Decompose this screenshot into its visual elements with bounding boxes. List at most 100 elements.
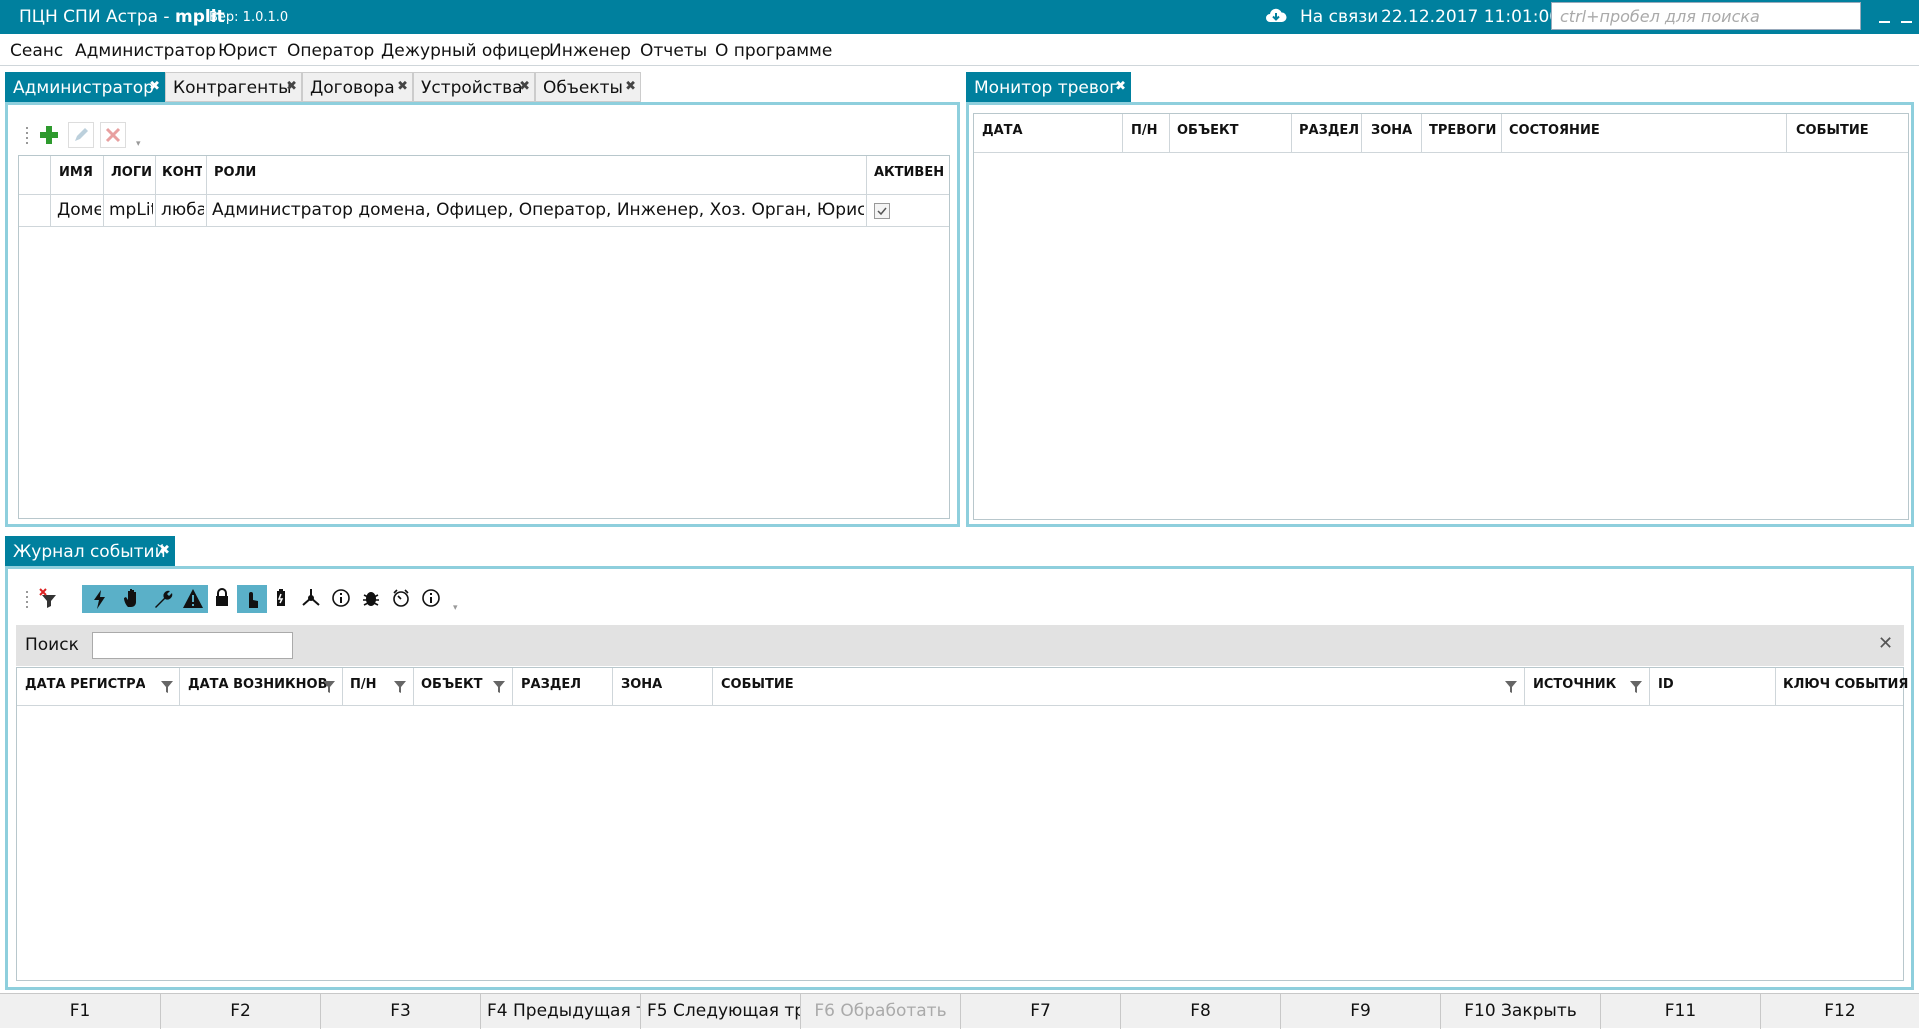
f3-button[interactable]: F3 bbox=[321, 994, 481, 1029]
col-event[interactable]: СОБЫТИЕ bbox=[721, 677, 794, 692]
function-key-bar: F1 F2 F3 F4 Предыдущая тр F5 Следующая т… bbox=[0, 993, 1919, 1029]
close-icon[interactable]: ✖ bbox=[625, 79, 636, 94]
col-pn[interactable]: П/Н bbox=[1131, 123, 1158, 138]
col-zone[interactable]: ЗОНА bbox=[1371, 123, 1412, 138]
toolbar-overflow-icon[interactable]: ▾ bbox=[453, 603, 458, 613]
cloud-icon bbox=[1265, 7, 1287, 25]
filter-icon[interactable] bbox=[493, 681, 505, 693]
col-event-key[interactable]: КЛЮЧ СОБЫТИЯ bbox=[1783, 677, 1908, 692]
col-pn[interactable]: П/Н bbox=[350, 677, 377, 692]
warning-icon[interactable] bbox=[178, 585, 208, 613]
menu-about[interactable]: О программе bbox=[715, 41, 832, 61]
col-state[interactable]: СОСТОЯНИЕ bbox=[1509, 123, 1600, 138]
menu-lawyer[interactable]: Юрист bbox=[218, 41, 277, 61]
cell-roles: Администратор домена, Офицер, Оператор, … bbox=[212, 200, 864, 220]
tab-devices[interactable]: Устройства ✖ bbox=[413, 72, 535, 102]
hand-icon[interactable] bbox=[118, 585, 148, 613]
col-source[interactable]: ИСТОЧНИК bbox=[1533, 677, 1616, 692]
admin-users-table: ИМЯ ЛОГИ КОНТ РОЛИ АКТИВЕН Доме mpLit лю… bbox=[18, 155, 950, 519]
close-icon[interactable]: ✖ bbox=[286, 79, 297, 94]
touch-icon[interactable] bbox=[237, 585, 267, 613]
connection-status: На связи bbox=[1300, 7, 1379, 27]
col-name[interactable]: ИМЯ bbox=[59, 165, 101, 180]
col-occurrence-date[interactable]: ДАТА ВОЗНИКНОВ bbox=[188, 677, 328, 692]
delete-icon[interactable] bbox=[100, 122, 126, 148]
f6-process-button[interactable]: F6 Обработать bbox=[801, 994, 961, 1029]
f2-button[interactable]: F2 bbox=[161, 994, 321, 1029]
toolbar-overflow-icon[interactable]: ▾ bbox=[136, 139, 141, 149]
f4-prev-alarm-button[interactable]: F4 Предыдущая тр bbox=[481, 994, 641, 1029]
edit-icon[interactable] bbox=[68, 122, 94, 148]
close-icon[interactable]: ✖ bbox=[519, 79, 530, 94]
filter-icon[interactable] bbox=[1630, 681, 1642, 693]
col-login[interactable]: ЛОГИ bbox=[111, 165, 153, 180]
journal-search-input[interactable] bbox=[92, 632, 293, 659]
close-icon[interactable]: ✖ bbox=[149, 79, 160, 94]
close-icon[interactable]: ✖ bbox=[397, 79, 408, 94]
col-id[interactable]: ID bbox=[1658, 677, 1674, 692]
network-icon[interactable] bbox=[298, 585, 324, 611]
f9-button[interactable]: F9 bbox=[1281, 994, 1441, 1029]
f12-button[interactable]: F12 bbox=[1761, 994, 1919, 1029]
menu-duty-officer[interactable]: Дежурный офицер bbox=[381, 41, 551, 61]
maximize-button[interactable] bbox=[1896, 9, 1916, 27]
f5-next-alarm-button[interactable]: F5 Следующая тре bbox=[641, 994, 801, 1029]
col-section[interactable]: РАЗДЕЛ bbox=[521, 677, 581, 692]
lock-icon[interactable] bbox=[209, 585, 235, 611]
battery-icon[interactable] bbox=[268, 585, 294, 611]
tab-objects[interactable]: Объекты ✖ bbox=[535, 72, 641, 102]
active-checkbox[interactable] bbox=[874, 203, 890, 219]
col-contact[interactable]: КОНТ bbox=[162, 165, 202, 180]
add-icon[interactable] bbox=[36, 122, 62, 148]
close-icon[interactable]: ✖ bbox=[1115, 79, 1126, 94]
tab-alarm-monitor[interactable]: Монитор тревог ✖ bbox=[966, 72, 1131, 102]
f11-button[interactable]: F11 bbox=[1601, 994, 1761, 1029]
menu-reports[interactable]: Отчеты bbox=[640, 41, 707, 61]
col-object[interactable]: ОБЪЕКТ bbox=[1177, 123, 1239, 138]
menu-engineer[interactable]: Инженер bbox=[549, 41, 631, 61]
col-event[interactable]: СОБЫТИЕ bbox=[1796, 123, 1869, 138]
app-version: Вер: 1.0.1.0 bbox=[209, 10, 289, 25]
menu-session[interactable]: Сеанс bbox=[10, 41, 63, 61]
col-registration-date[interactable]: ДАТА РЕГИСТРАЦИ bbox=[25, 677, 145, 692]
menu-administrator[interactable]: Администратор bbox=[75, 41, 216, 61]
filter-toggle-alarm[interactable] bbox=[82, 585, 118, 613]
filter-icon[interactable] bbox=[323, 681, 335, 693]
event-journal-table: ДАТА РЕГИСТРАЦИ ДАТА ВОЗНИКНОВ П/Н ОБЪЕК… bbox=[16, 667, 1908, 981]
tab-contractors[interactable]: Контрагенты ✖ bbox=[165, 72, 302, 102]
close-icon[interactable]: ✖ bbox=[159, 543, 170, 558]
filter-icon[interactable] bbox=[394, 681, 406, 693]
f7-button[interactable]: F7 bbox=[961, 994, 1121, 1029]
menu-operator[interactable]: Оператор bbox=[287, 41, 374, 61]
close-search-icon[interactable]: ✕ bbox=[1878, 633, 1893, 654]
title-bar: ПЦН СПИ Астра - mplit Вер: 1.0.1.0 На св… bbox=[0, 0, 1919, 34]
filter-icon[interactable] bbox=[161, 681, 173, 693]
toolbar-grip-icon bbox=[26, 591, 28, 608]
col-alarms[interactable]: ТРЕВОГИ bbox=[1429, 123, 1496, 138]
col-active[interactable]: АКТИВЕН bbox=[874, 165, 944, 180]
toolbar-grip-icon bbox=[26, 127, 28, 144]
filter-icon[interactable] bbox=[1505, 681, 1517, 693]
info-icon[interactable] bbox=[328, 585, 354, 611]
tab-contracts[interactable]: Договора ✖ bbox=[302, 72, 413, 102]
col-date[interactable]: ДАТА bbox=[982, 123, 1023, 138]
col-zone[interactable]: ЗОНА bbox=[621, 677, 662, 692]
clear-filter-icon[interactable] bbox=[36, 585, 62, 611]
info-icon[interactable] bbox=[418, 585, 444, 611]
search-label: Поиск bbox=[25, 635, 79, 655]
menu-bar: Сеанс Администратор Юрист Оператор Дежур… bbox=[0, 34, 1919, 66]
col-object[interactable]: ОБЪЕКТ bbox=[421, 677, 483, 692]
wrench-icon[interactable] bbox=[148, 585, 178, 613]
cell-name: Доме bbox=[57, 200, 101, 220]
col-section[interactable]: РАЗДЕЛ bbox=[1299, 123, 1359, 138]
global-search-input[interactable]: ctrl+пробел для поиска bbox=[1551, 2, 1861, 30]
tab-administrator[interactable]: Администратор ✖ bbox=[5, 72, 165, 102]
minimize-button[interactable] bbox=[1874, 9, 1894, 27]
tab-event-journal[interactable]: Журнал событий ✖ bbox=[5, 536, 175, 566]
col-roles[interactable]: РОЛИ bbox=[214, 165, 814, 180]
timer-icon[interactable] bbox=[388, 585, 414, 611]
f1-button[interactable]: F1 bbox=[0, 994, 161, 1029]
f10-close-button[interactable]: F10 Закрыть bbox=[1441, 994, 1601, 1029]
bug-icon[interactable] bbox=[358, 585, 384, 611]
f8-button[interactable]: F8 bbox=[1121, 994, 1281, 1029]
